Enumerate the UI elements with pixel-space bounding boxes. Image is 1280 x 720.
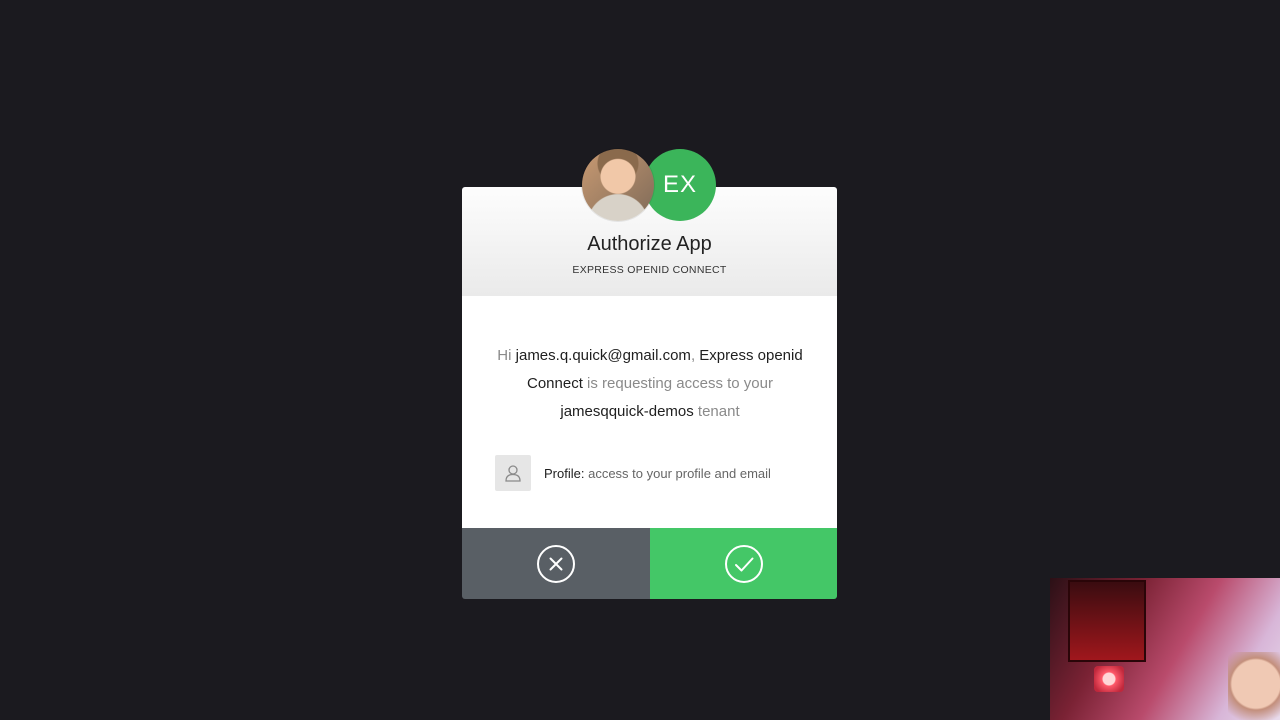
greeting-text: Hi: [497, 347, 512, 364]
scope-description: access to your profile and email: [588, 465, 771, 481]
dialog-title: Authorize App: [587, 233, 712, 255]
webcam-overlay: [1050, 578, 1280, 720]
user-email: james.q.quick@gmail.com: [515, 347, 691, 364]
scope-text: Profile: access to your profile and emai…: [544, 466, 771, 481]
webcam-lamp: [1094, 666, 1124, 692]
dialog-body: Hi james.q.quick@gmail.com, Express open…: [462, 296, 837, 528]
app-name-subtitle: EXPRESS OPENID CONNECT: [572, 264, 727, 276]
user-avatar: [582, 149, 654, 221]
app-avatar: EX: [644, 149, 716, 221]
avatar-group: EX: [582, 149, 717, 223]
check-circle-icon: [724, 544, 763, 583]
tenant-word: tenant: [697, 403, 740, 420]
consent-message: Hi james.q.quick@gmail.com, Express open…: [490, 342, 810, 426]
webcam-wall-frame: [1068, 580, 1146, 662]
deny-button[interactable]: [462, 528, 650, 599]
tenant-name: jamesqquick-demos: [560, 403, 694, 420]
scope-item-profile: Profile: access to your profile and emai…: [495, 455, 815, 491]
comma-text: ,: [690, 347, 696, 364]
scope-label: Profile:: [544, 465, 585, 481]
webcam-person: [1228, 652, 1280, 720]
dialog-actions: [462, 528, 837, 599]
requesting-text: is requesting access to your: [587, 375, 773, 392]
close-circle-icon: [537, 544, 575, 583]
allow-button[interactable]: [650, 528, 837, 599]
authorize-dialog: EX Authorize App EXPRESS OPENID CONNECT …: [462, 149, 837, 599]
dialog-header: EX Authorize App EXPRESS OPENID CONNECT: [462, 149, 837, 296]
user-icon: [495, 455, 531, 491]
